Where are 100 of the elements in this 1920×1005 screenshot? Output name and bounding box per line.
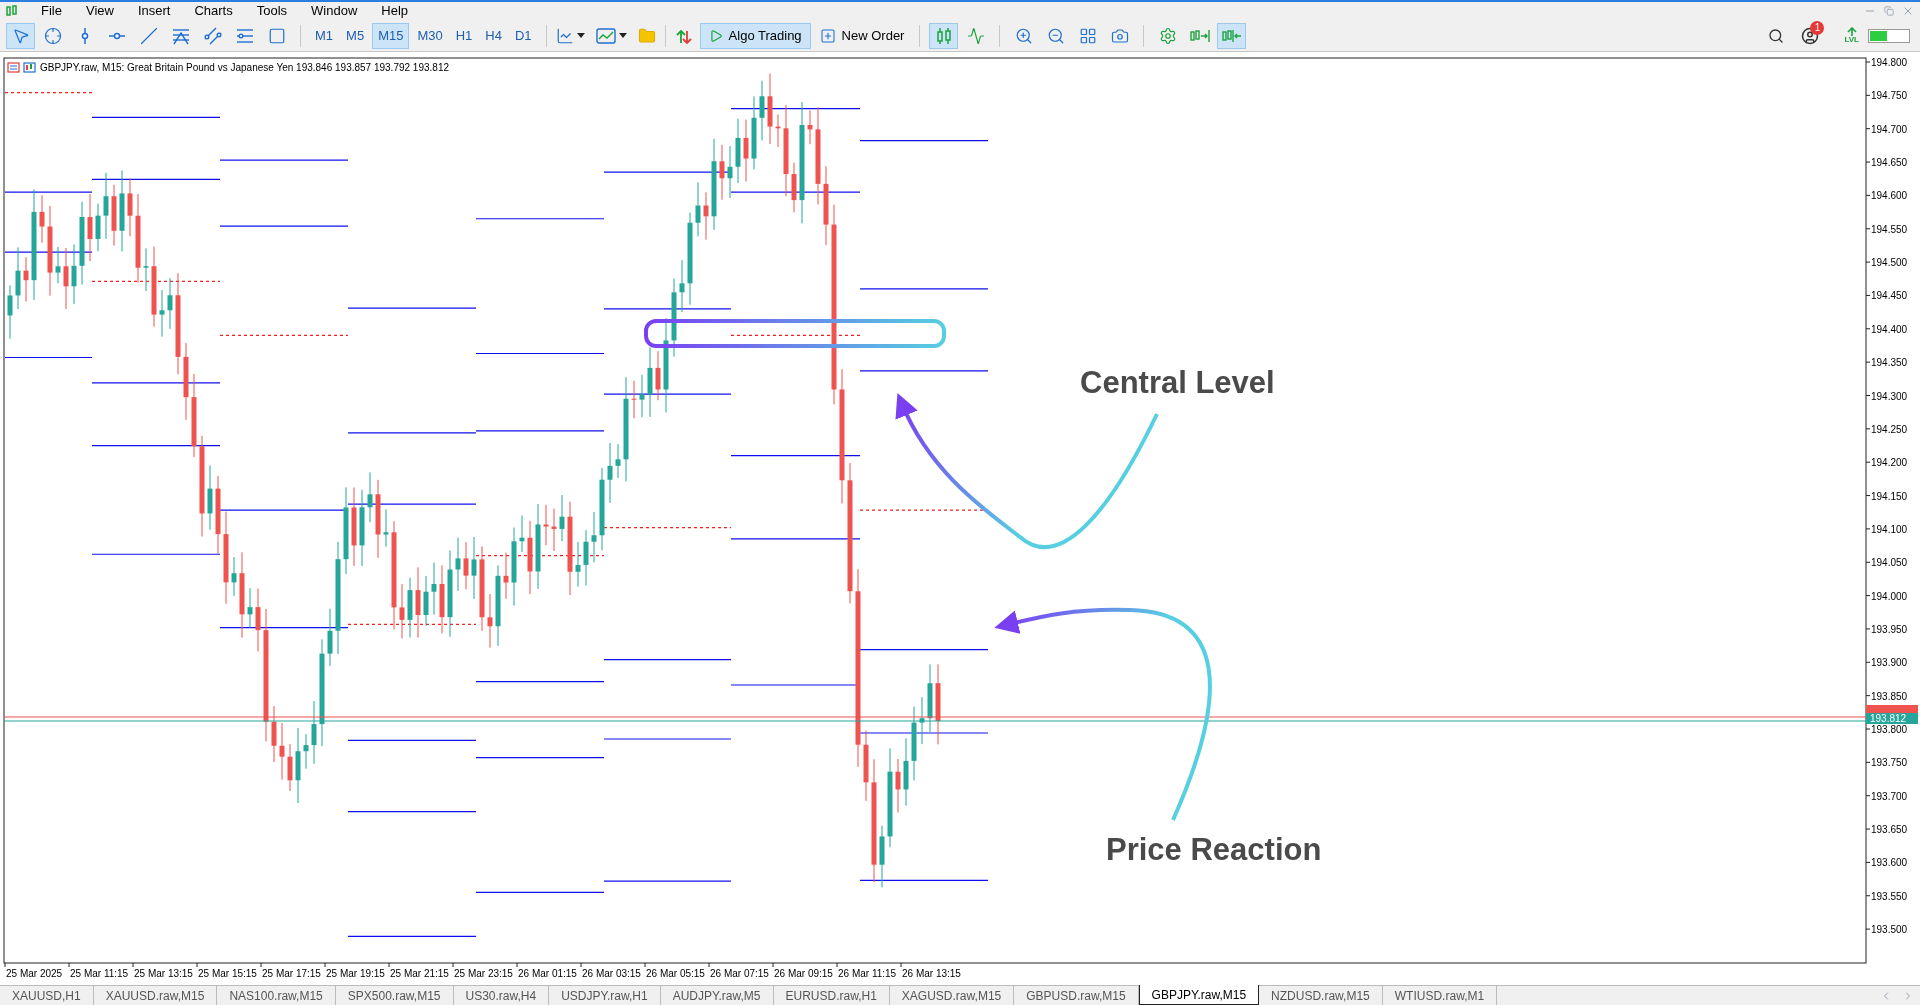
chart-tab[interactable]: USDJPY.raw,H1 bbox=[549, 986, 661, 1005]
time-tick-label: 26 Mar 05:15 bbox=[646, 968, 705, 979]
timeframe-button[interactable]: H1 bbox=[450, 22, 478, 49]
levels-icon bbox=[235, 26, 254, 45]
menu-item[interactable]: Insert bbox=[127, 1, 181, 21]
price-tick-label: 193.550 bbox=[1871, 890, 1908, 902]
time-tick-label: 26 Mar 01:15 bbox=[518, 968, 577, 979]
chart-tab[interactable]: GBPUSD.raw,M15 bbox=[1014, 986, 1139, 1005]
template-icon[interactable] bbox=[595, 26, 616, 45]
settings-icon bbox=[1158, 26, 1177, 45]
menu-item[interactable]: View bbox=[75, 1, 124, 21]
timeframe-button[interactable]: M30 bbox=[412, 22, 448, 49]
chart-tool-button[interactable] bbox=[929, 22, 959, 49]
chart-tab[interactable]: NAS100.raw,M15 bbox=[217, 986, 336, 1005]
timeframe-button[interactable]: M15 bbox=[372, 22, 410, 49]
menu-item[interactable]: Tools bbox=[246, 1, 298, 21]
level-label: LVL bbox=[1844, 36, 1859, 44]
menu-item[interactable]: Window bbox=[301, 1, 368, 21]
chart-header: GBPJPY.raw, M15: Great Britain Pound vs Japanese Yen 193.846 193.857 193.792 193.812 bbox=[40, 62, 449, 73]
chart-tab[interactable]: XAUUSD.raw,M15 bbox=[93, 986, 218, 1005]
dropdown-arrow-icon[interactable] bbox=[576, 32, 585, 39]
annotation-label: Price Reaction bbox=[1106, 832, 1322, 867]
time-tick-label: 26 Mar 03:15 bbox=[582, 968, 641, 979]
time-tick-label: 26 Mar 07:15 bbox=[710, 968, 769, 979]
price-tick-label: 194.450 bbox=[1871, 290, 1908, 302]
price-tick-label: 193.700 bbox=[1871, 790, 1908, 802]
time-tick-label: 26 Mar 13:15 bbox=[902, 968, 961, 979]
time-tick-label: 25 Mar 19:15 bbox=[326, 968, 385, 979]
price-tick-label: 194.350 bbox=[1871, 357, 1908, 369]
notification-badge: 1 bbox=[1810, 20, 1825, 35]
chart-tab[interactable]: GBPJPY.raw,M15 bbox=[1138, 985, 1260, 1005]
price-tick-label: 193.900 bbox=[1871, 657, 1908, 669]
time-tick-label: 25 Mar 13:15 bbox=[134, 968, 193, 979]
price-tick-label: 194.500 bbox=[1871, 257, 1908, 269]
cursor-icon bbox=[11, 26, 30, 45]
price-tick-label: 193.500 bbox=[1871, 924, 1908, 936]
chart-tab[interactable]: XAUUSD,H1 bbox=[0, 986, 94, 1005]
menu-item[interactable]: Help bbox=[371, 1, 419, 21]
new-order-button[interactable]: New Order bbox=[813, 22, 911, 49]
search-icon[interactable] bbox=[1768, 27, 1785, 44]
chart-tab[interactable]: EURUSD.raw,H1 bbox=[773, 986, 890, 1005]
price-tick-label: 194.150 bbox=[1871, 490, 1908, 502]
price-tick-label: 193.800 bbox=[1871, 724, 1908, 735]
menu-item[interactable]: Charts bbox=[184, 1, 243, 21]
time-tick-label: 26 Mar 11:15 bbox=[838, 968, 897, 979]
dropdown-arrow-icon[interactable] bbox=[618, 32, 627, 39]
connection-meter-icon bbox=[1868, 28, 1910, 43]
price-tick-label: 194.550 bbox=[1871, 223, 1908, 235]
price-tick-label: 193.750 bbox=[1871, 757, 1908, 769]
zoom-in-icon bbox=[1014, 26, 1033, 45]
indicator-icon bbox=[966, 26, 985, 45]
price-tick-label: 194.300 bbox=[1871, 390, 1908, 402]
bid-price-badge: 193.812 bbox=[1866, 713, 1918, 724]
channel-icon bbox=[203, 26, 222, 45]
price-tick-label: 194.700 bbox=[1871, 123, 1908, 135]
price-tick-label: 193.950 bbox=[1871, 623, 1908, 635]
candlestick-icon bbox=[934, 26, 953, 45]
ask-price-marker bbox=[1866, 705, 1918, 713]
time-tick-label: 25 Mar 2025 bbox=[6, 968, 63, 979]
new-order-icon bbox=[819, 27, 836, 44]
algo-trading-button[interactable]: Algo Trading bbox=[699, 22, 811, 49]
time-tick-label: 25 Mar 23:15 bbox=[454, 968, 513, 979]
trend-line-icon bbox=[139, 26, 158, 45]
timeframe-button[interactable]: M1 bbox=[310, 22, 339, 49]
chart-tab[interactable]: US30.raw,H4 bbox=[453, 986, 550, 1005]
timeframe-button[interactable]: D1 bbox=[509, 22, 537, 49]
tile-windows-icon bbox=[1078, 26, 1097, 45]
price-tick-label: 194.050 bbox=[1871, 557, 1908, 569]
drawing-tool-button[interactable] bbox=[6, 22, 35, 49]
line-chart-icon[interactable] bbox=[555, 26, 574, 45]
timeframe-button[interactable]: M5 bbox=[341, 22, 370, 49]
app-icon bbox=[5, 4, 19, 18]
price-tick-label: 193.600 bbox=[1871, 857, 1908, 869]
chart-tab[interactable]: NZDUSD.raw,M15 bbox=[1259, 986, 1383, 1005]
time-tick-label: 25 Mar 11:15 bbox=[70, 968, 129, 979]
price-tick-label: 194.800 bbox=[1871, 57, 1908, 68]
annotation-label: Central Level bbox=[1080, 365, 1275, 400]
chart-tab[interactable]: AUDJPY.raw,M5 bbox=[660, 986, 774, 1005]
chart-tab[interactable]: SPX500.raw,M15 bbox=[335, 986, 454, 1005]
chart-tool-button[interactable] bbox=[1217, 22, 1247, 49]
price-tick-label: 194.000 bbox=[1871, 590, 1908, 602]
chart-header-icon bbox=[23, 62, 36, 73]
price-tick-label: 194.100 bbox=[1871, 523, 1908, 535]
restore-icon[interactable] bbox=[1884, 6, 1894, 16]
time-tick-label: 25 Mar 21:15 bbox=[390, 968, 449, 979]
crosshair-icon bbox=[43, 26, 62, 45]
time-tick-label: 26 Mar 09:15 bbox=[774, 968, 833, 979]
price-tick-label: 193.850 bbox=[1871, 690, 1908, 702]
time-tick-label: 25 Mar 15:15 bbox=[198, 968, 257, 979]
screenshot-icon bbox=[1110, 26, 1129, 45]
folder-icon[interactable] bbox=[637, 26, 656, 45]
menu-item[interactable]: File bbox=[31, 1, 72, 21]
zoom-out-icon bbox=[1046, 26, 1065, 45]
chart-tab[interactable]: WTIUSD.raw,M1 bbox=[1382, 986, 1498, 1005]
play-icon bbox=[708, 28, 723, 43]
upload-arrow-icon[interactable] bbox=[1846, 27, 1857, 36]
chart-tab[interactable]: XAGUSD.raw,M15 bbox=[889, 986, 1015, 1005]
price-tick-label: 194.650 bbox=[1871, 157, 1908, 169]
timeframe-button[interactable]: H4 bbox=[480, 22, 507, 49]
close-icon[interactable] bbox=[1902, 5, 1914, 17]
